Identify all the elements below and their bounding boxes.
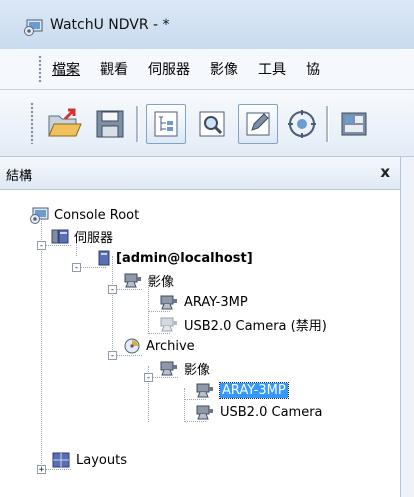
tree-item-label: Archive [146, 338, 195, 354]
edit-icon[interactable] [238, 104, 278, 144]
toolbar-separator [136, 106, 139, 142]
menu-grip[interactable] [38, 55, 42, 83]
window-title: WatchU NDVR - * [50, 17, 170, 33]
camera-group-icon [158, 359, 180, 377]
tree-item-label: [admin@localhost] [116, 250, 253, 266]
tree-item-label: USB2.0 Camera [220, 404, 323, 420]
tree-item-archive-images[interactable]: 影像 [158, 357, 210, 379]
structure-tree: Console Root - 伺服器 - [admin@localhost] -… [0, 190, 400, 497]
panel-title: 結構 [6, 169, 33, 184]
server-icon [96, 249, 112, 267]
tree-item-camera[interactable]: ARAY-3MP [158, 291, 248, 313]
menu-file[interactable]: 檔案 [52, 59, 80, 79]
app-icon [24, 18, 44, 36]
tree-item-label: ARAY-3MP [219, 381, 289, 399]
collapse-toggle[interactable]: - [108, 285, 117, 295]
tree-item-server-host[interactable]: [admin@localhost] [96, 247, 253, 269]
tree-item-label: 影像 [148, 274, 175, 290]
tree-item-archive[interactable]: Archive [122, 335, 195, 357]
server-group-icon [50, 227, 70, 245]
panel-splitter[interactable] [400, 157, 414, 497]
panel-header: 結構 x [0, 157, 400, 190]
close-icon[interactable]: x [380, 163, 390, 181]
console-root-icon [30, 206, 50, 224]
tree-item-console-root[interactable]: Console Root [30, 204, 139, 226]
toolbar-grip[interactable] [30, 102, 34, 144]
tree-item-label: Console Root [54, 207, 140, 223]
menu-server[interactable]: 伺服器 [148, 59, 190, 79]
title-bar: WatchU NDVR - * [0, 0, 414, 50]
layout-icon[interactable] [334, 104, 374, 144]
tree-item-label: USB2.0 Camera (禁用) [184, 318, 327, 334]
tree-item-archive-camera-selected[interactable]: ARAY-3MP [194, 379, 289, 401]
camera-icon [194, 381, 216, 399]
tree-item-label: ARAY-3MP [184, 294, 248, 310]
tree-view-icon[interactable] [146, 104, 186, 144]
collapse-toggle[interactable]: - [72, 263, 81, 273]
zoom-view-icon[interactable] [192, 104, 232, 144]
tree-item-archive-camera[interactable]: USB2.0 Camera [194, 401, 323, 423]
camera-group-icon [122, 271, 144, 289]
tree-item-servers[interactable]: 伺服器 [50, 225, 113, 247]
open-folder-icon[interactable] [44, 104, 84, 144]
navigate-icon[interactable] [282, 104, 322, 144]
tree-item-images[interactable]: 影像 [122, 269, 174, 291]
structure-panel: 結構 x Console Root - 伺服器 - [admin@localho… [0, 157, 414, 497]
toolbar [0, 90, 414, 157]
menu-tools[interactable]: 工具 [258, 59, 286, 79]
tree-item-label: Layouts [76, 452, 127, 468]
collapse-toggle[interactable]: - [37, 241, 46, 251]
save-icon[interactable] [90, 104, 130, 144]
tree-item-label: 影像 [184, 362, 211, 378]
expand-toggle[interactable]: + [37, 465, 46, 475]
collapse-toggle[interactable]: - [108, 351, 117, 361]
menu-image[interactable]: 影像 [210, 59, 238, 79]
toolbar-separator [326, 106, 329, 142]
camera-icon [194, 403, 216, 421]
tree-item-layouts[interactable]: Layouts [50, 449, 127, 471]
menu-help[interactable]: 協 [306, 59, 320, 79]
collapse-toggle[interactable]: - [144, 373, 153, 383]
archive-icon [122, 337, 142, 355]
layout-icon [50, 451, 72, 469]
menu-bar: 檔案 觀看 伺服器 影像 工具 協 [0, 49, 414, 90]
tree-item-label: 伺服器 [74, 230, 114, 246]
camera-disabled-icon [158, 315, 180, 333]
camera-icon [158, 293, 180, 311]
menu-view[interactable]: 觀看 [100, 59, 128, 79]
tree-item-camera-disabled[interactable]: USB2.0 Camera (禁用) [158, 313, 327, 335]
